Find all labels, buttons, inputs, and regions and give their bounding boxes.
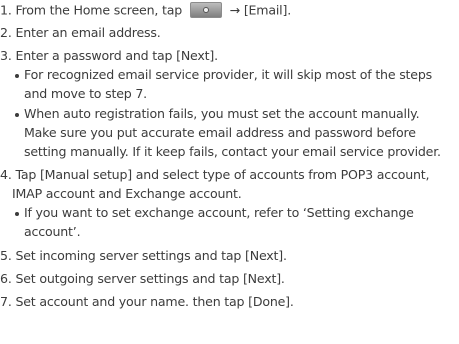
arrow-icon: → xyxy=(229,2,241,18)
step-text: From the Home screen, tap xyxy=(15,2,183,18)
bullet-line: When auto registration fails, you must s… xyxy=(24,106,420,121)
step-number: 7. xyxy=(0,294,12,309)
bullet-line: setting manually. If it keep fails, cont… xyxy=(24,144,441,159)
step-7: 7. Set account and your name. then tap [… xyxy=(0,294,294,310)
step-text: Set incoming server settings and tap [Ne… xyxy=(15,248,287,263)
step-2: 2. Enter an email address. xyxy=(0,25,161,41)
step-text: Set outgoing server settings and tap [Ne… xyxy=(15,271,285,286)
apps-button-icon xyxy=(189,2,222,18)
step-4: 4. Tap [Manual setup] and select type of… xyxy=(0,167,430,183)
step-number: 3. xyxy=(0,48,12,63)
apps-dot-icon xyxy=(202,7,209,13)
bullet-line: If you want to set exchange account, ref… xyxy=(24,205,414,220)
step-text: Tap [Manual setup] and select type of ac… xyxy=(15,167,430,182)
bullet-icon xyxy=(15,74,19,78)
step-text: Enter a password and tap [Next]. xyxy=(15,48,218,63)
bullet-line: account’. xyxy=(24,224,81,239)
step-5: 5. Set incoming server settings and tap … xyxy=(0,248,287,264)
step-3: 3. Enter a password and tap [Next]. xyxy=(0,48,218,64)
step-1: 1. From the Home screen, tap → [Email]. xyxy=(0,2,291,20)
document-page: 1. From the Home screen, tap → [Email]. … xyxy=(0,0,459,344)
step-number: 1. xyxy=(0,2,12,18)
step-number: 4. xyxy=(0,167,12,182)
step-number: 6. xyxy=(0,271,12,286)
bullet-line: For recognized email service provider, i… xyxy=(24,67,432,82)
bullet-line: Make sure you put accurate email address… xyxy=(24,125,416,140)
step-number: 5. xyxy=(0,248,12,263)
bullet-line: and move to step 7. xyxy=(24,86,147,101)
bullet-icon xyxy=(15,113,19,117)
step-text: Set account and your name. then tap [Don… xyxy=(15,294,294,309)
step-text: Enter an email address. xyxy=(15,25,161,40)
step-6: 6. Set outgoing server settings and tap … xyxy=(0,271,285,287)
step-text: [Email]. xyxy=(243,2,291,18)
step-number: 2. xyxy=(0,25,12,40)
bullet-icon xyxy=(15,212,19,216)
step-4-continued: IMAP account and Exchange account. xyxy=(12,186,242,201)
